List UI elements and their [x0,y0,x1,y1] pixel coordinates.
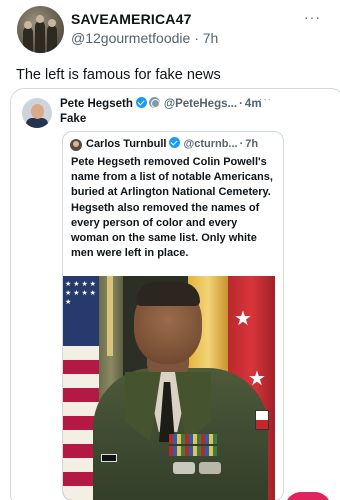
government-badge-icon [148,97,160,108]
more-horizontal-icon[interactable]: ··· [259,94,272,105]
nested-author-name[interactable]: Carlos Turnbull [86,138,166,150]
nested-author-line: Carlos Turnbull @cturnb... · 7h [86,137,258,150]
verified-badge-icon [169,137,181,148]
nested-quoted-post[interactable]: Carlos Turnbull @cturnb... · 7h Pete Hegset… [62,131,284,500]
quoted-author-name[interactable]: Pete Hegseth [60,98,133,110]
quoted-author-line: Pete Hegseth @PeteHegs... · 4m [60,97,262,110]
author-handle[interactable]: @12gourmetfoodie [71,30,190,46]
portrait-photo[interactable]: ★ ★ [63,276,275,500]
author-handle-line: @12gourmetfoodie · 7h [71,30,218,46]
more-horizontal-icon[interactable]: ··· [304,10,324,24]
post[interactable]: SAVEAMERICA47 @12gourmetfoodie · 7h ··· … [0,0,340,500]
shoulder-patch-image [255,410,269,430]
author-avatar[interactable] [17,6,64,53]
separator: · [194,30,199,46]
author-name[interactable]: SAVEAMERICA47 [71,11,192,27]
verified-badge-icon [135,97,147,108]
post-time[interactable]: 7h [203,30,219,46]
nested-author-avatar[interactable] [70,139,82,151]
separator: · [239,138,244,150]
nametag-image [101,454,117,462]
quoted-author-avatar[interactable] [22,98,52,128]
separator: · [239,98,243,110]
quoted-post[interactable]: Pete Hegseth @PeteHegs... · 4m ··· Fake Car… [10,88,340,500]
nested-post-text: Pete Hegseth removed Colin Powell's name… [71,156,273,260]
nested-author-handle[interactable]: @cturnb... [183,138,237,150]
post-text: The left is famous for fake news [16,67,221,83]
quoted-post-text: Fake [60,113,87,125]
ribbons-image [169,434,217,456]
quoted-author-handle[interactable]: @PeteHegs... [164,98,237,110]
nested-post-time[interactable]: 7h [245,138,258,150]
